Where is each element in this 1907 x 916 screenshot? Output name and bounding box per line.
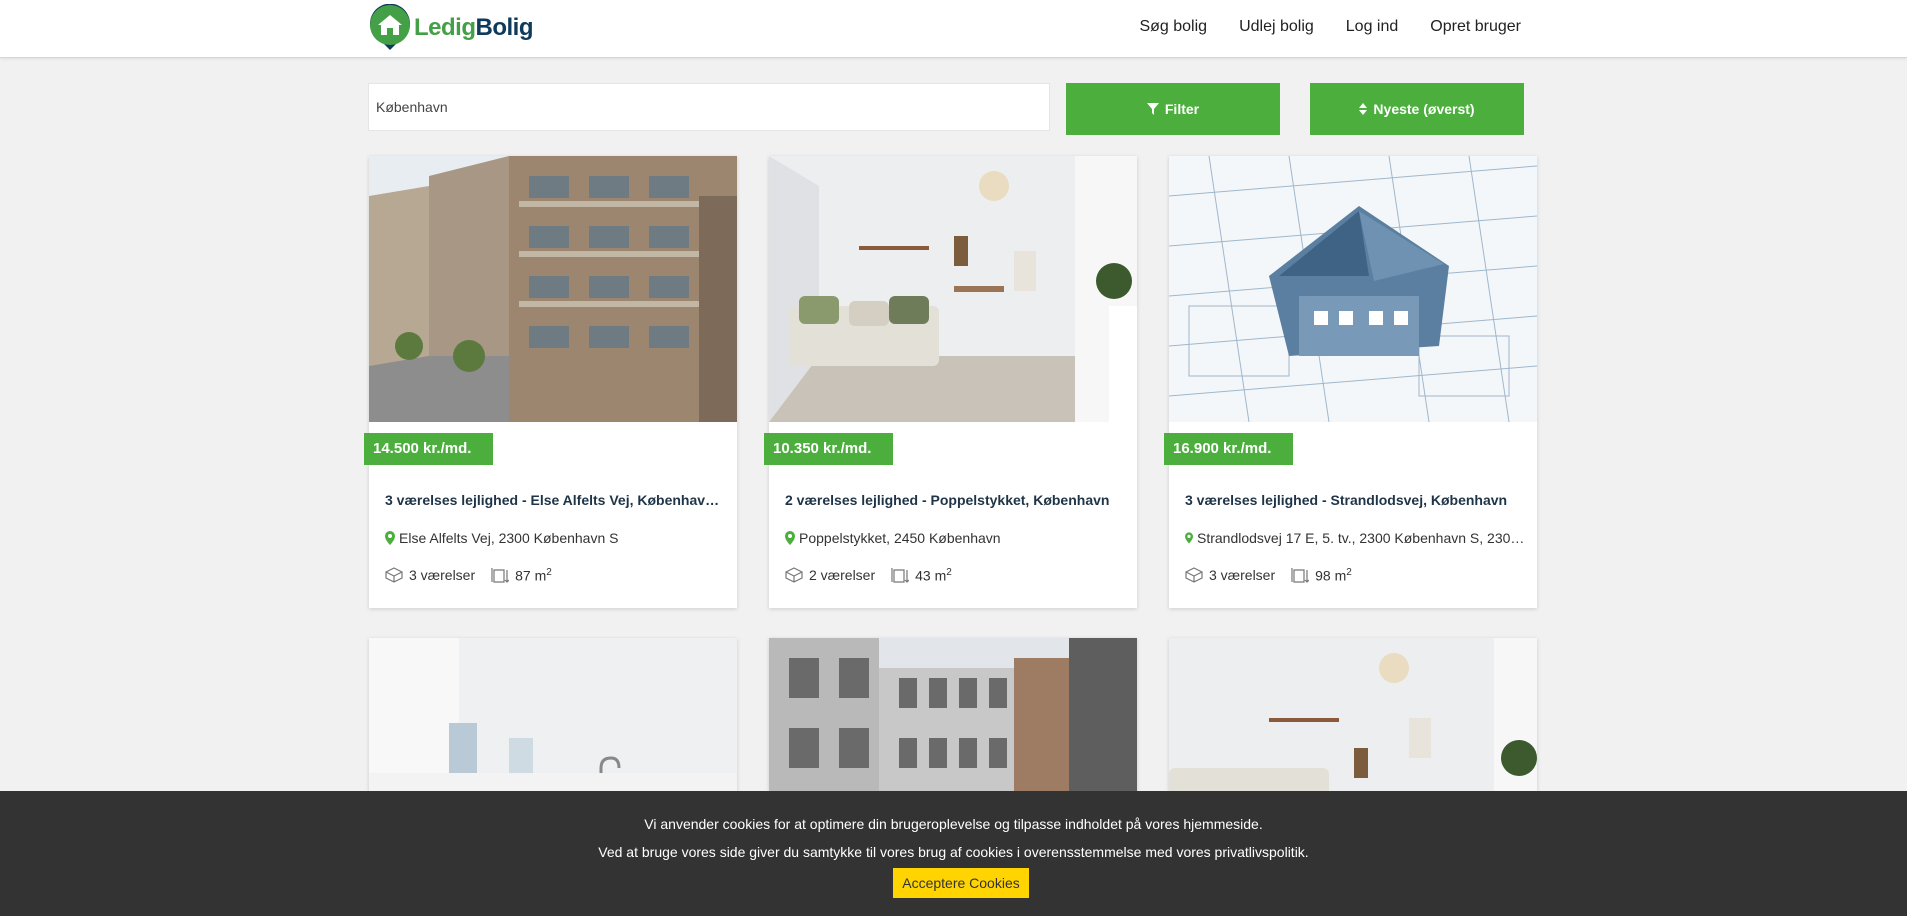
listing-card[interactable] [769, 638, 1137, 798]
sort-button[interactable]: Nyeste (øverst) [1310, 83, 1524, 135]
listing-photo-blueprint-house[interactable] [1169, 156, 1537, 422]
rooms-text: 3 værelser [1209, 567, 1276, 583]
filter-icon [1146, 103, 1159, 115]
listing-meta: 2 værelser 43 m2 [785, 566, 968, 584]
sort-button-label: Nyeste (øverst) [1373, 101, 1475, 117]
price-badge: 16.900 kr./md. [1164, 433, 1294, 465]
rooms-text: 2 værelser [809, 567, 876, 583]
nav-rent-out-home[interactable]: Udlej bolig [1239, 18, 1314, 36]
main-nav: Søg bolig Udlej bolig Log ind Opret brug… [1139, 0, 1521, 54]
site-header: LedigBolig Søg bolig Udlej bolig Log ind… [0, 0, 1907, 58]
area-icon [491, 568, 510, 583]
filter-button-label: Filter [1164, 101, 1200, 117]
listing-meta: 3 værelser 98 m2 [1185, 566, 1368, 584]
filter-button[interactable]: Filter [1066, 83, 1280, 135]
listing-address-text: Poppelstykket, 2450 København [799, 530, 1001, 546]
cookie-text-line2: Ved at bruge vores side giver du samtykk… [598, 844, 1309, 860]
rooms-info: 2 værelser [785, 567, 875, 583]
rooms-text: 3 værelser [409, 567, 476, 583]
listing-title[interactable]: 2 værelses lejlighed - Poppelstykket, Kø… [785, 492, 1125, 508]
accept-cookies-button[interactable]: Acceptere Cookies [893, 868, 1029, 898]
rooms-icon [1185, 567, 1203, 583]
price-badge: 14.500 kr./md. [364, 433, 494, 465]
map-pin-icon [785, 531, 795, 545]
map-pin-icon [1185, 532, 1193, 544]
listing-photo-living-room[interactable] [769, 156, 1137, 422]
listing-meta: 3 værelser 87 m2 [385, 566, 568, 584]
listing-address: Strandlodsvej 17 E, 5. tv., 2300 Københa… [1185, 530, 1525, 546]
sort-icon [1359, 103, 1368, 115]
listing-title[interactable]: 3 værelses lejlighed - Strandlodsvej, Kø… [1185, 492, 1525, 508]
house-logo-icon [370, 4, 410, 50]
area-icon [1291, 568, 1310, 583]
area-text: 43 m2 [915, 566, 952, 584]
rooms-icon [385, 567, 403, 583]
price-badge: 10.350 kr./md. [764, 433, 894, 465]
cookie-text-line1: Vi anvender cookies for at optimere din … [644, 816, 1263, 832]
listing-card[interactable]: 10.350 kr./md. 2 værelses lejlighed - Po… [764, 156, 1137, 608]
area-text: 98 m2 [1315, 566, 1352, 584]
rooms-icon [785, 567, 803, 583]
listing-address: Else Alfelts Vej, 2300 København S [385, 530, 725, 546]
listing-card[interactable]: 16.900 kr./md. 3 værelses lejlighed - St… [1164, 156, 1537, 608]
listing-address-text: Else Alfelts Vej, 2300 København S [399, 530, 619, 546]
area-info: 87 m2 [491, 566, 552, 584]
area-text: 87 m2 [515, 566, 552, 584]
area-info: 43 m2 [891, 566, 952, 584]
nav-search-home[interactable]: Søg bolig [1139, 18, 1207, 36]
listing-photo-living-room[interactable] [1169, 638, 1537, 798]
area-icon [891, 568, 910, 583]
listing-card[interactable] [369, 638, 737, 798]
cookie-banner: Vi anvender cookies for at optimere din … [0, 791, 1907, 916]
rooms-info: 3 værelser [385, 567, 475, 583]
listing-card[interactable] [1169, 638, 1537, 798]
listing-address-text: Strandlodsvej 17 E, 5. tv., 2300 Københa… [1197, 530, 1525, 546]
listing-photo-apartment-building[interactable] [369, 156, 737, 422]
logo[interactable]: LedigBolig [368, 4, 533, 52]
area-info: 98 m2 [1291, 566, 1352, 584]
listing-title[interactable]: 3 værelses lejlighed - Else Alfelts Vej,… [385, 492, 725, 508]
listing-card[interactable]: 14.500 kr./md. 3 værelses lejlighed - El… [364, 156, 737, 608]
listing-photo-kitchen[interactable] [369, 638, 737, 798]
listing-photo-courtyard[interactable] [769, 638, 1137, 798]
search-input[interactable] [368, 83, 1050, 131]
nav-login[interactable]: Log ind [1346, 18, 1399, 36]
listing-address: Poppelstykket, 2450 København [785, 530, 1125, 546]
logo-text: LedigBolig [414, 14, 533, 41]
rooms-info: 3 værelser [1185, 567, 1275, 583]
nav-create-user[interactable]: Opret bruger [1430, 18, 1521, 36]
map-pin-icon [385, 531, 395, 545]
